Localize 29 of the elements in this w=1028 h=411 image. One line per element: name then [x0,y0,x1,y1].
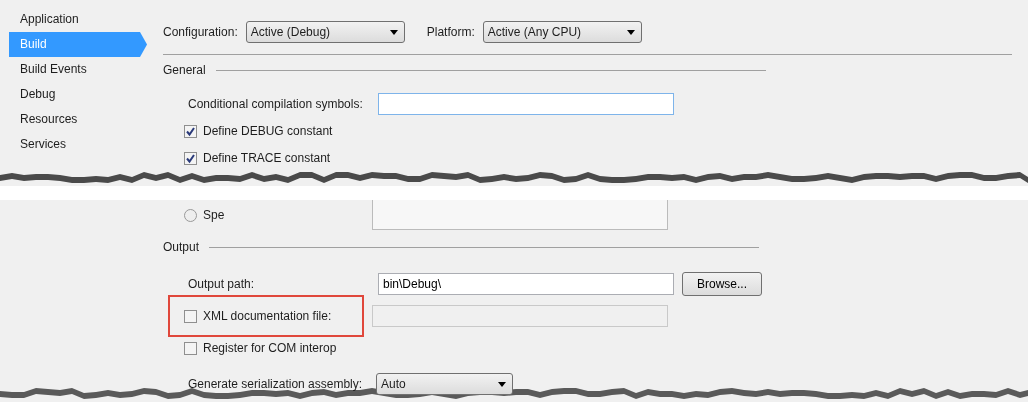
field-label: Output path: [188,276,256,293]
sidebar-item[interactable]: Application [9,7,140,32]
dropdown-label: Configuration: [163,24,238,41]
input-field[interactable]: bin\Debug\ [378,273,674,295]
sidebar-item[interactable]: Resources [9,107,140,132]
section-heading: Output [163,239,200,256]
dropdown-label: Platform: [426,24,475,41]
input-field[interactable] [378,93,674,115]
caret-icon [389,29,398,35]
caret-icon [626,29,635,35]
field-label: Generate serialization assembly: [188,376,364,393]
checkbox-label: Define DEBUG constant [203,123,333,140]
checkbox-label: XML documentation file: [203,308,332,325]
checkbox[interactable] [184,341,197,355]
field-label: Conditional compilation symbols: [188,96,364,113]
checkbox-label: Define TRACE constant [203,150,331,167]
radio-label: Spe [203,207,226,224]
sidebar-item[interactable]: Services [9,132,140,157]
checkbox[interactable] [184,124,197,138]
sidebar-item[interactable]: Debug [9,82,140,107]
checkbox-label: Register for COM interop [203,340,337,357]
sidebar-item[interactable]: Build Events [9,57,140,82]
browse-button[interactable]: Browse... [682,272,762,296]
section-heading: General [163,62,206,79]
checkbox[interactable] [184,151,197,165]
radio-button[interactable] [184,208,197,222]
dropdown[interactable]: Active (Debug) [245,21,405,43]
dropdown[interactable]: Auto [376,373,513,395]
dropdown[interactable]: Active (Any CPU) [482,21,642,43]
